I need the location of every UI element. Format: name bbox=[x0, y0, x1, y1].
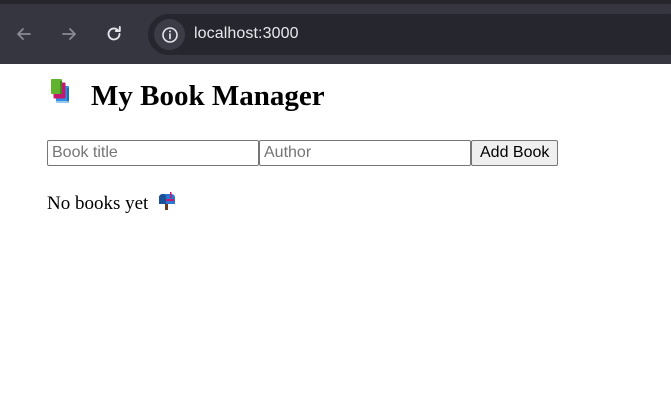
address-bar[interactable]: localhost:3000 bbox=[148, 14, 671, 55]
empty-state-message: No books yet bbox=[47, 191, 178, 217]
author-input[interactable] bbox=[259, 140, 471, 166]
browser-toolbar: localhost:3000 bbox=[0, 0, 671, 64]
forward-button[interactable] bbox=[55, 20, 83, 48]
add-book-button[interactable]: Add Book bbox=[471, 140, 559, 166]
empty-state-text: No books yet bbox=[47, 193, 149, 214]
info-icon bbox=[161, 26, 178, 43]
arrow-right-icon bbox=[62, 28, 76, 40]
back-button[interactable] bbox=[10, 20, 38, 48]
reload-icon bbox=[107, 26, 121, 41]
add-book-form: Add Book bbox=[47, 140, 559, 166]
book-title-input[interactable] bbox=[47, 140, 259, 166]
page-title: My Book Manager bbox=[49, 77, 325, 115]
site-info-button[interactable] bbox=[154, 19, 185, 50]
page-title-text: My Book Manager bbox=[91, 79, 325, 112]
url-text[interactable]: localhost:3000 bbox=[194, 25, 299, 43]
reload-button[interactable] bbox=[100, 20, 128, 48]
mailbox-icon bbox=[156, 191, 178, 217]
arrow-left-icon bbox=[17, 28, 31, 40]
books-icon bbox=[49, 77, 79, 115]
